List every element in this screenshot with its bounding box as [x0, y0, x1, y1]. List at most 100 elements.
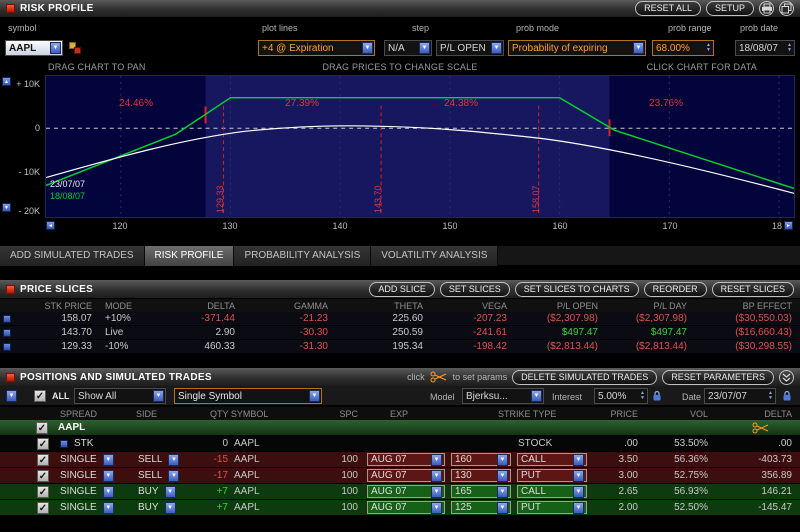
chevron-down-icon[interactable]: ▼ — [491, 42, 502, 54]
chevron-down-icon[interactable]: ▼ — [103, 454, 114, 466]
mode-cell[interactable]: -10% — [100, 341, 148, 352]
chevron-down-icon[interactable]: ▼ — [168, 454, 179, 466]
set-slices-to-charts-button[interactable]: SET SLICES TO CHARTS — [515, 282, 639, 297]
position-row-option[interactable]: ✓ SINGLE▼ BUY▼ +7 AAPL 100 AUG 07▼ 125▼ … — [0, 500, 800, 516]
prob-mode-combobox[interactable]: Probability of expiring ▼ — [508, 40, 646, 56]
qty-cell[interactable]: +7 — [194, 502, 230, 513]
scissors-icon[interactable] — [752, 422, 770, 434]
symbol-combobox[interactable]: AAPL ▼ — [5, 40, 63, 56]
spinner-arrows-icon[interactable]: ▲▼ — [706, 43, 711, 53]
print-button[interactable] — [759, 1, 774, 16]
row-checkbox[interactable]: ✓ — [37, 502, 49, 514]
chevron-down-icon[interactable]: ▼ — [419, 42, 430, 54]
symbol-group-row[interactable]: ✓ AAPL — [0, 420, 800, 436]
chevron-down-icon[interactable]: ▼ — [362, 42, 373, 54]
chevron-down-icon[interactable]: ▼ — [497, 454, 508, 466]
strike-dropdown[interactable]: 165▼ — [451, 485, 511, 498]
price-slice-row[interactable]: 143.70 Live 2.90 -30.30 250.59 -241.61 $… — [0, 326, 800, 340]
chevron-down-icon[interactable]: ▼ — [497, 470, 508, 482]
reset-all-button[interactable]: RESET ALL — [635, 1, 701, 16]
lock-icon[interactable] — [652, 390, 662, 402]
qty-cell[interactable]: 0 — [194, 438, 230, 449]
spinner-arrows-icon[interactable]: ▲▼ — [787, 43, 792, 53]
price-slice-row[interactable]: 158.07 +10% -371.44 -21.23 225.60 -207.2… — [0, 312, 800, 326]
positions-options-icon[interactable]: ▼ — [6, 390, 17, 402]
chevron-down-icon[interactable]: ▼ — [50, 42, 61, 54]
row-checkbox[interactable]: ✓ — [37, 454, 49, 466]
type-dropdown[interactable]: CALL▼ — [517, 485, 587, 498]
strike-dropdown[interactable]: 125▼ — [451, 501, 511, 514]
chevron-down-icon[interactable]: ▼ — [573, 486, 584, 498]
delete-simulated-trades-button[interactable]: DELETE SIMULATED TRADES — [512, 370, 657, 385]
qty-cell[interactable]: -17 — [194, 470, 230, 481]
chevron-down-icon[interactable]: ▼ — [497, 502, 508, 514]
position-row-option[interactable]: ✓ SINGLE▼ BUY▼ +7 AAPL 100 AUG 07▼ 165▼ … — [0, 484, 800, 500]
tab-probability-analysis[interactable]: PROBABILITY ANALYSIS — [234, 246, 371, 266]
chevron-down-icon[interactable]: ▼ — [431, 502, 442, 514]
chevron-down-icon[interactable]: ▼ — [573, 470, 584, 482]
mode-cell[interactable]: +10% — [100, 313, 148, 324]
exp-dropdown[interactable]: AUG 07▼ — [367, 453, 445, 466]
scroll-right-button[interactable]: ► — [784, 221, 793, 230]
exp-dropdown[interactable]: AUG 07▼ — [367, 501, 445, 514]
row-checkbox[interactable]: ✓ — [37, 470, 49, 482]
chevron-down-icon[interactable]: ▼ — [497, 486, 508, 498]
row-checkbox[interactable]: ✓ — [37, 438, 49, 450]
chevron-down-icon[interactable]: ▼ — [103, 486, 114, 498]
scroll-up-button[interactable]: ▲ — [2, 77, 11, 86]
step-combobox[interactable]: N/A ▼ — [384, 40, 432, 56]
symbol-status-icon[interactable] — [69, 42, 82, 55]
position-row-option[interactable]: ✓ SINGLE▼ SELL▼ -17 AAPL 100 AUG 07▼ 130… — [0, 468, 800, 484]
price-slice-row[interactable]: 129.33 -10% 460.33 -31.30 195.34 -198.42… — [0, 340, 800, 354]
chevron-down-icon[interactable]: ▼ — [103, 502, 114, 514]
chevron-down-icon[interactable]: ▼ — [309, 390, 320, 402]
reset-parameters-button[interactable]: RESET PARAMETERS — [662, 370, 774, 385]
row-handle-icon[interactable] — [3, 343, 11, 351]
mode-cell[interactable]: Live — [100, 327, 148, 338]
symbol-filter-combobox[interactable]: Single Symbol ▼ — [174, 388, 322, 404]
spinner-arrows-icon[interactable]: ▲▼ — [768, 391, 773, 401]
tab-add-simulated-trades[interactable]: ADD SIMULATED TRADES — [0, 246, 145, 266]
chevron-down-icon[interactable]: ▼ — [531, 390, 542, 402]
exp-dropdown[interactable]: AUG 07▼ — [367, 469, 445, 482]
qty-cell[interactable]: -15 — [194, 454, 230, 465]
chevron-down-icon[interactable]: ▼ — [165, 502, 176, 514]
spinner-arrows-icon[interactable]: ▲▼ — [640, 391, 645, 401]
risk-profile-chart[interactable]: 24.46% 27.39% 24.38% 23.76% 129.33 143.7… — [45, 75, 795, 218]
show-filter-combobox[interactable]: Show All ▼ — [74, 388, 166, 404]
chevron-down-icon[interactable]: ▼ — [168, 470, 179, 482]
exp-dropdown[interactable]: AUG 07▼ — [367, 485, 445, 498]
type-dropdown[interactable]: PUT▼ — [517, 469, 587, 482]
row-handle-icon[interactable] — [3, 329, 11, 337]
position-row-stock[interactable]: ✓ STK 0 AAPL STOCK .00 53.50% .00 — [0, 436, 800, 452]
group-checkbox[interactable]: ✓ — [36, 422, 48, 434]
tab-volatility-analysis[interactable]: VOLATILITY ANALYSIS — [371, 246, 498, 266]
detach-window-button[interactable] — [779, 1, 794, 16]
date-spinner[interactable]: 23/07/07 ▲▼ — [704, 388, 776, 404]
interest-spinner[interactable]: 5.00% ▲▼ — [594, 388, 648, 404]
row-handle-icon[interactable] — [3, 315, 11, 323]
chevron-down-icon[interactable]: ▼ — [431, 486, 442, 498]
chevron-down-icon[interactable]: ▼ — [431, 470, 442, 482]
tab-risk-profile[interactable]: RISK PROFILE — [145, 246, 235, 266]
pl-mode-combobox[interactable]: P/L OPEN ▼ — [436, 40, 504, 56]
type-dropdown[interactable]: PUT▼ — [517, 501, 587, 514]
chevron-down-icon[interactable]: ▼ — [573, 454, 584, 466]
scroll-left-button[interactable]: ◄ — [46, 221, 55, 230]
chevron-down-icon[interactable]: ▼ — [153, 390, 164, 402]
reset-slices-button[interactable]: RESET SLICES — [712, 282, 794, 297]
set-slices-button[interactable]: SET SLICES — [440, 282, 510, 297]
row-checkbox[interactable]: ✓ — [37, 486, 49, 498]
strike-dropdown[interactable]: 130▼ — [451, 469, 511, 482]
chevron-down-icon[interactable]: ▼ — [103, 470, 114, 482]
chevron-down-icon[interactable]: ▼ — [573, 502, 584, 514]
prob-range-spinner[interactable]: 68.00% ▲▼ — [652, 40, 714, 56]
all-checkbox[interactable]: ✓ — [34, 390, 46, 402]
chevron-down-icon[interactable]: ▼ — [165, 486, 176, 498]
type-dropdown[interactable]: CALL▼ — [517, 453, 587, 466]
chevron-down-icon[interactable]: ▼ — [633, 42, 644, 54]
chevron-down-icon[interactable]: ▼ — [431, 454, 442, 466]
setup-button[interactable]: SETUP — [706, 1, 754, 16]
add-slice-button[interactable]: ADD SLICE — [369, 282, 435, 297]
prob-date-spinner[interactable]: 18/08/07 ▲▼ — [735, 40, 795, 56]
